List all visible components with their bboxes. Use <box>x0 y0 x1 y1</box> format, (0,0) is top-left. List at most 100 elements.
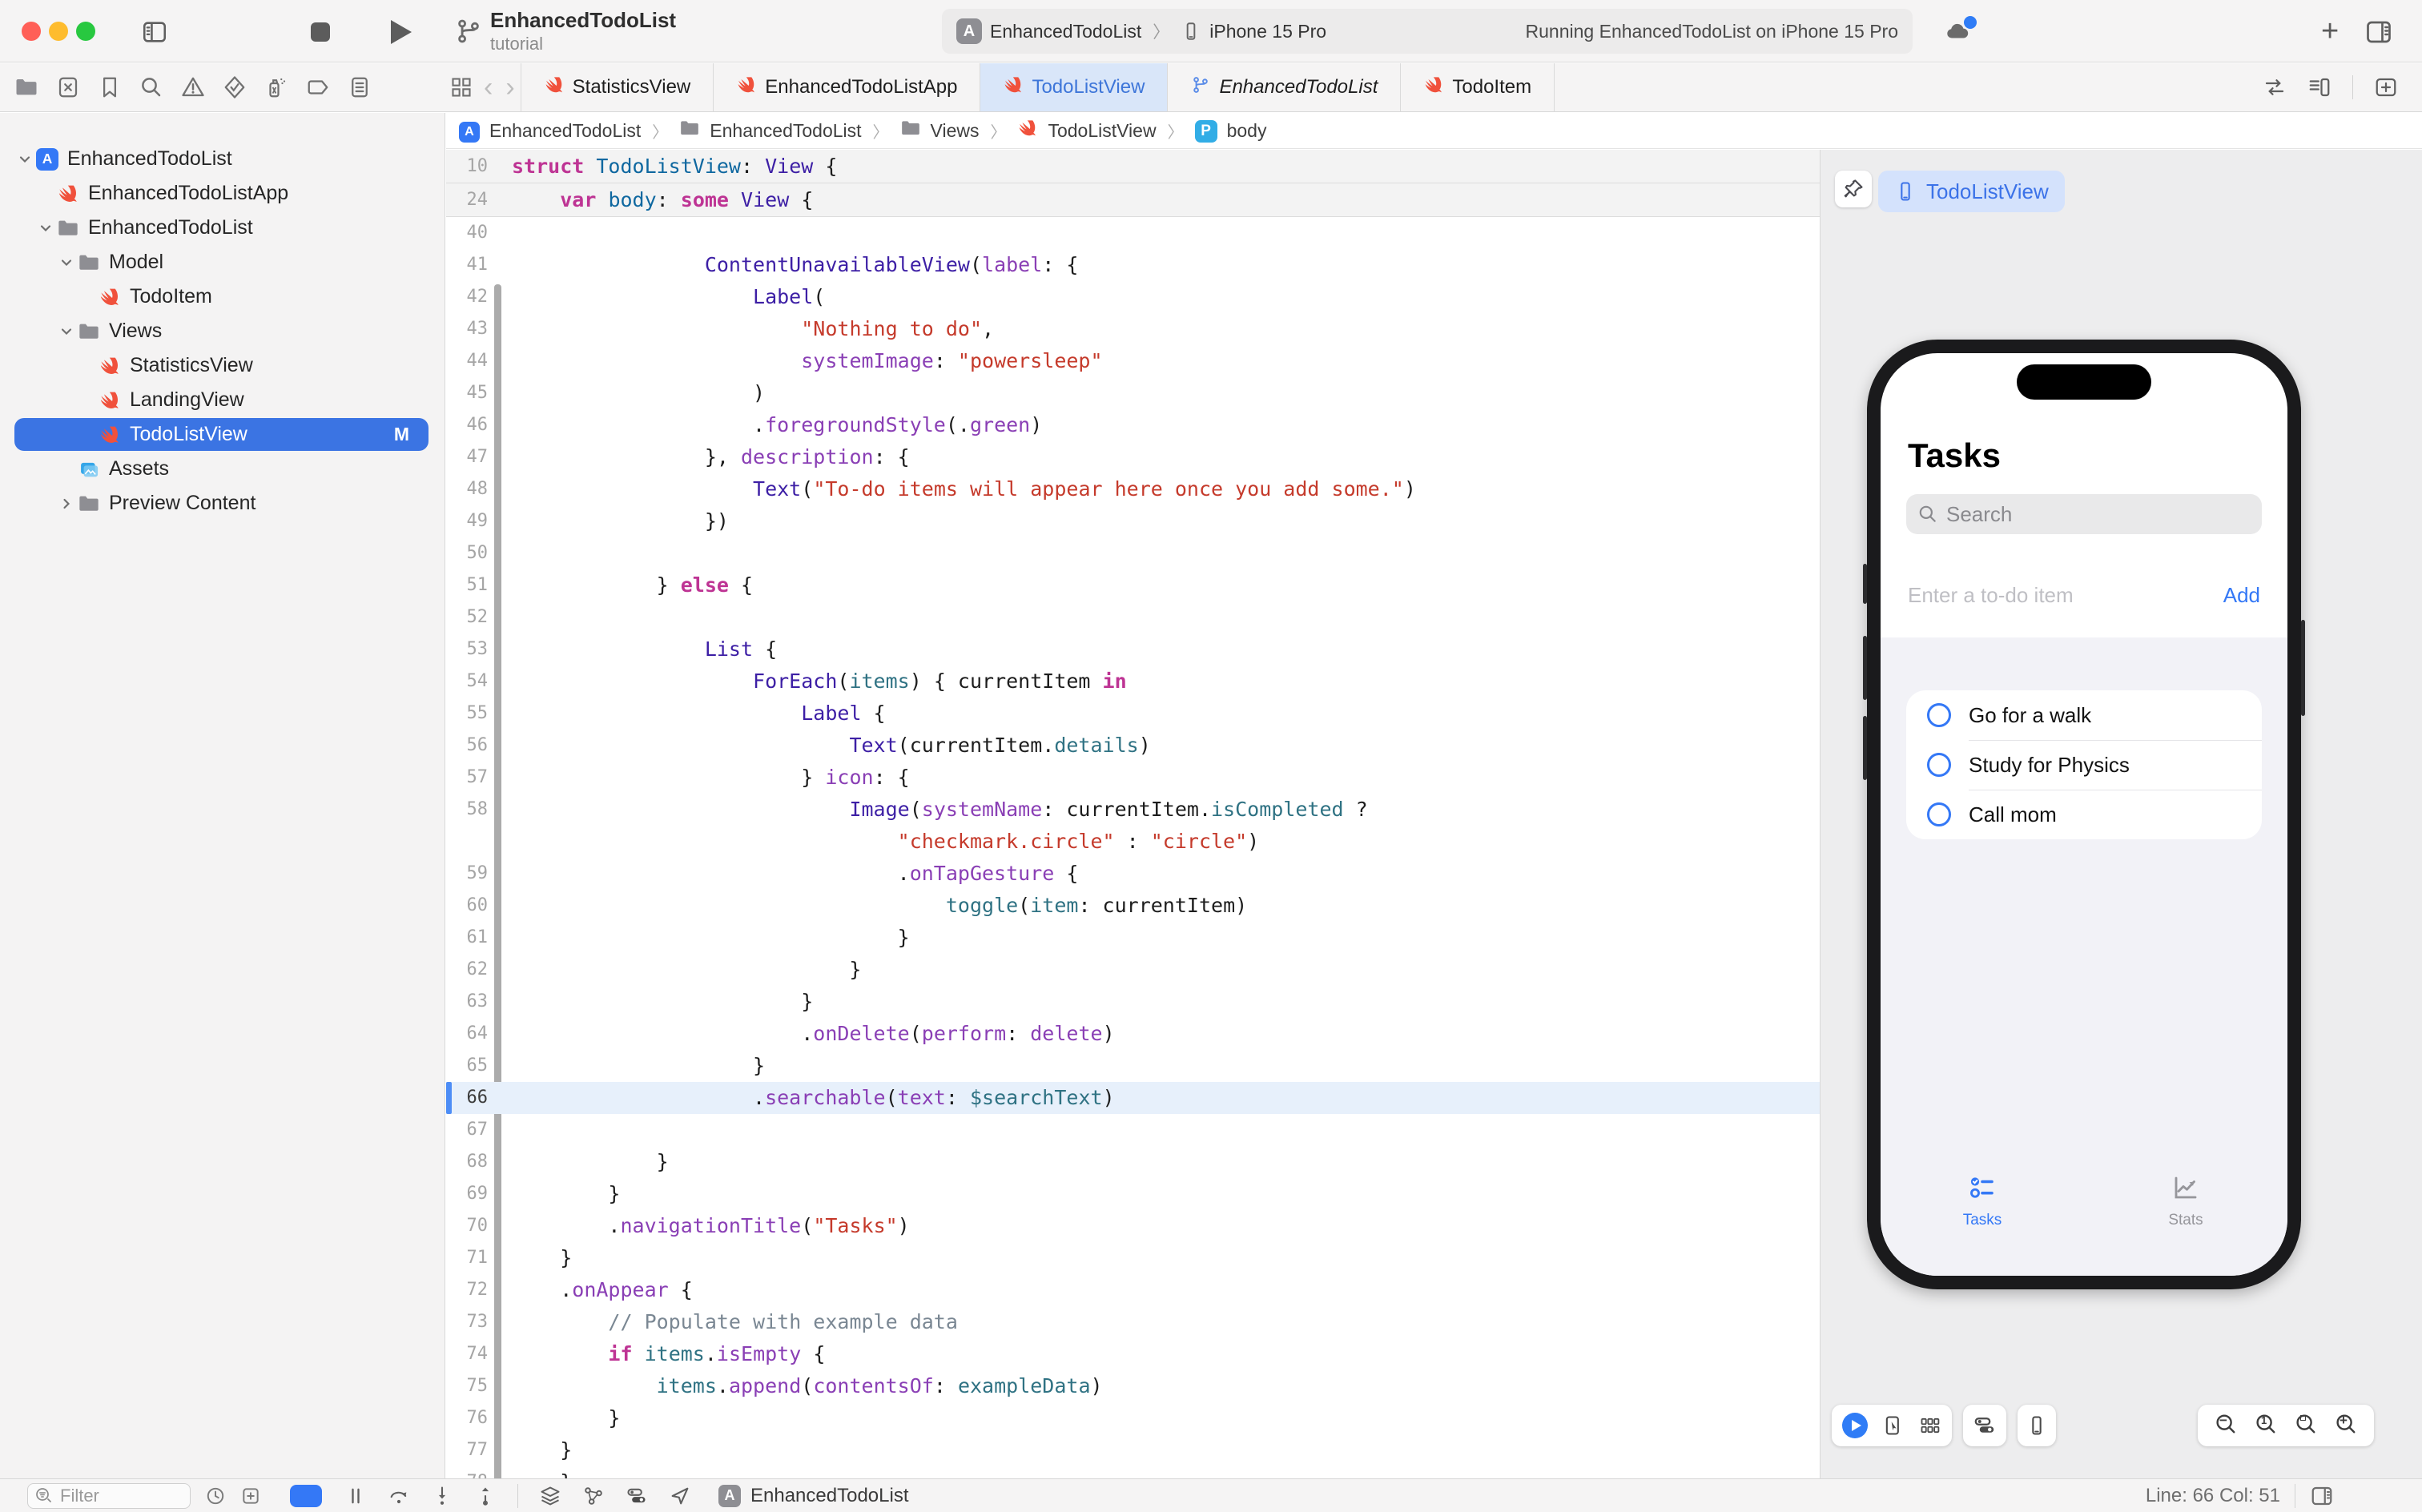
code-line[interactable]: 69 } <box>446 1178 1820 1210</box>
editor-tab-statisticsview[interactable]: StatisticsView <box>521 63 714 111</box>
sidebar-item-landingview[interactable]: LandingView <box>0 383 445 417</box>
go-back-button[interactable]: ‹ <box>477 63 499 111</box>
breakpoints-navigator-icon[interactable] <box>306 75 330 99</box>
minimize-window-button[interactable] <box>49 22 68 41</box>
search-input[interactable]: Search <box>1906 494 2262 534</box>
disclosure-chevron-icon[interactable] <box>35 220 56 236</box>
todo-checkbox[interactable] <box>1927 802 1951 826</box>
add-todo-button[interactable]: Add <box>2223 583 2260 608</box>
reports-navigator-icon[interactable] <box>348 75 372 99</box>
code-line[interactable]: 73 // Populate with example data <box>446 1306 1820 1338</box>
scheme-name[interactable]: EnhancedTodoList <box>990 21 1141 42</box>
code-line[interactable]: 63 } <box>446 986 1820 1018</box>
sidebar-item-todoitem[interactable]: TodoItem <box>0 279 445 314</box>
code-line[interactable]: 76 } <box>446 1402 1820 1434</box>
debug-app-label[interactable]: EnhancedTodoList <box>750 1485 908 1507</box>
todo-list-item[interactable]: Go for a walk <box>1906 690 2262 740</box>
app-tab-stats[interactable]: Stats <box>2084 1173 2287 1247</box>
editor-tab-todolistview[interactable]: TodoListView <box>980 63 1168 111</box>
disclosure-chevron-icon[interactable] <box>56 255 77 271</box>
code-line[interactable]: 77 } <box>446 1434 1820 1466</box>
scheme-status-bar[interactable]: A EnhancedTodoList 〉 iPhone 15 Pro Runni… <box>942 9 1913 54</box>
sidebar-item-views[interactable]: Views <box>0 314 445 348</box>
editor-options-icon[interactable] <box>2307 75 2331 99</box>
disclosure-chevron-icon[interactable] <box>56 496 77 512</box>
breadcrumb-item[interactable]: TodoListView <box>1017 118 1156 143</box>
related-items-icon[interactable] <box>445 63 477 111</box>
code-line[interactable]: 41 ContentUnavailableView(label: { <box>446 249 1820 281</box>
editor-tab-todoitem[interactable]: TodoItem <box>1400 63 1555 111</box>
zoom-in-button[interactable]: + <box>2334 1412 2358 1440</box>
code-line[interactable]: 72 .onAppear { <box>446 1274 1820 1306</box>
zoom-window-button[interactable] <box>76 22 95 41</box>
zoom-100-button[interactable]: 1 <box>2254 1412 2278 1440</box>
code-line[interactable]: 51 } else { <box>446 569 1820 601</box>
code-line[interactable]: 48 Text("To-do items will appear here on… <box>446 473 1820 505</box>
todo-list-item[interactable]: Study for Physics <box>1906 740 2262 790</box>
sidebar-item-preview-content[interactable]: Preview Content <box>0 486 445 521</box>
stop-button[interactable] <box>311 22 330 42</box>
breadcrumb-item[interactable]: EnhancedTodoList <box>679 118 861 143</box>
todo-checkbox[interactable] <box>1927 703 1951 727</box>
selectable-preview-icon[interactable] <box>1882 1414 1905 1437</box>
code-line[interactable]: 54 ForEach(items) { currentItem in <box>446 666 1820 698</box>
source-control-navigator-icon[interactable] <box>56 75 80 99</box>
sidebar-item-model[interactable]: Model <box>0 245 445 279</box>
code-line[interactable]: 47 }, description: { <box>446 441 1820 473</box>
zoom-fit-button[interactable] <box>2294 1412 2318 1440</box>
new-tab-button[interactable]: + <box>2321 18 2339 45</box>
variants-preview-icon[interactable] <box>1919 1414 1941 1437</box>
scheme-device[interactable]: iPhone 15 Pro <box>1209 21 1326 42</box>
filter-input[interactable]: Filter <box>27 1483 191 1509</box>
code-line[interactable]: 61 } <box>446 922 1820 954</box>
code-line[interactable]: 78 } <box>446 1466 1820 1478</box>
environment-overrides-icon[interactable] <box>626 1485 648 1507</box>
disclosure-chevron-icon[interactable] <box>14 151 35 167</box>
toggle-left-sidebar-icon[interactable] <box>141 18 168 46</box>
code-line[interactable]: 24 var body: some View { <box>446 183 1820 217</box>
toggle-right-sidebar-icon[interactable] <box>2364 18 2393 46</box>
memory-graph-icon[interactable] <box>582 1485 605 1507</box>
code-line[interactable]: 57 } icon: { <box>446 762 1820 794</box>
live-preview-button[interactable] <box>1842 1413 1868 1438</box>
tests-navigator-icon[interactable] <box>223 75 247 99</box>
go-forward-button[interactable]: › <box>499 63 521 111</box>
code-line[interactable]: 58 Image(systemName: currentItem.isCompl… <box>446 794 1820 826</box>
code-line[interactable]: 71 } <box>446 1242 1820 1274</box>
sidebar-item-statisticsview[interactable]: StatisticsView <box>0 348 445 383</box>
code-line[interactable]: 45 ) <box>446 377 1820 409</box>
sidebar-item-enhancedtodolist[interactable]: A EnhancedTodoList <box>0 142 445 176</box>
find-navigator-icon[interactable] <box>139 75 163 99</box>
step-over-icon[interactable] <box>388 1485 410 1507</box>
sidebar-item-todolistview[interactable]: TodoListView M <box>0 417 445 452</box>
simulate-location-icon[interactable] <box>669 1485 691 1507</box>
code-line[interactable]: "checkmark.circle" : "circle") <box>446 826 1820 858</box>
device-settings-control[interactable] <box>1963 1405 2006 1446</box>
code-line[interactable]: 59 .onTapGesture { <box>446 858 1820 890</box>
breadcrumb-item[interactable]: A EnhancedTodoList <box>459 119 641 143</box>
editor-tab-enhancedtodolistapp[interactable]: EnhancedTodoListApp <box>713 63 980 111</box>
code-line[interactable]: 70 .navigationTitle("Tasks") <box>446 1210 1820 1242</box>
step-into-icon[interactable] <box>431 1485 453 1507</box>
todo-list-item[interactable]: Call mom <box>1906 790 2262 839</box>
view-hierarchy-icon[interactable] <box>539 1485 561 1507</box>
code-line[interactable]: 56 Text(currentItem.details) <box>446 730 1820 762</box>
bookmarks-navigator-icon[interactable] <box>98 75 122 99</box>
pin-preview-button[interactable] <box>1835 171 1872 207</box>
code-line[interactable]: 64 .onDelete(perform: delete) <box>446 1018 1820 1050</box>
code-line[interactable]: 10 struct TodoListView: View { <box>446 150 1820 183</box>
code-area[interactable]: 10 struct TodoListView: View { 24 var bo… <box>446 150 1820 1478</box>
code-line[interactable]: 67 <box>446 1114 1820 1146</box>
todo-input-field[interactable]: Enter a to-do item <box>1908 583 2074 608</box>
breadcrumb-item[interactable]: P body <box>1195 119 1267 143</box>
pause-execution-icon[interactable] <box>344 1485 367 1507</box>
sidebar-item-assets[interactable]: Assets <box>0 452 445 486</box>
breadcrumb-item[interactable]: Views <box>900 118 980 143</box>
debug-navigator-icon[interactable] <box>264 75 288 99</box>
code-line[interactable]: 46 .foregroundStyle(.green) <box>446 409 1820 441</box>
code-line[interactable]: 62 } <box>446 954 1820 986</box>
code-line[interactable]: 40 <box>446 217 1820 249</box>
run-button[interactable] <box>391 20 412 44</box>
add-file-icon[interactable] <box>240 1486 261 1506</box>
swap-editor-icon[interactable] <box>2263 75 2287 99</box>
